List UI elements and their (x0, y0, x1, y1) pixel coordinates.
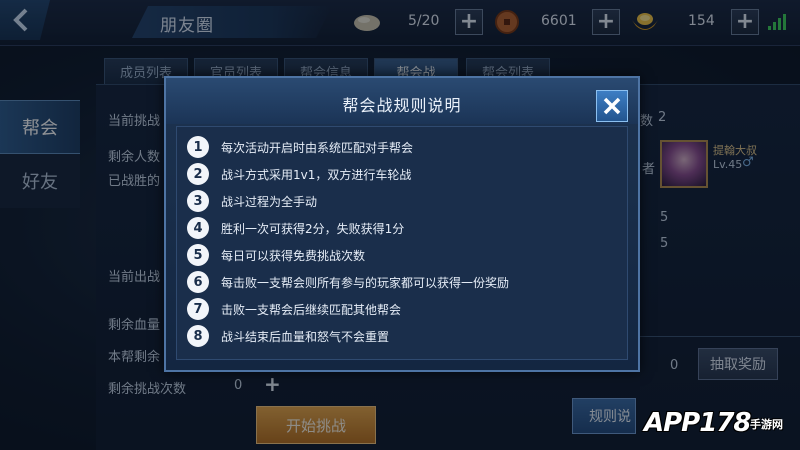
rule-item: 1 每次活动开启时由系统匹配对手帮会 (187, 135, 413, 159)
watermark-logo: APP178 手游网 (632, 398, 800, 450)
rule-item: 3 战斗过程为全手动 (187, 189, 317, 213)
rule-number: 2 (187, 163, 209, 185)
watermark-subtext: 手游网 (750, 418, 783, 431)
modal-title: 帮会战规则说明 (342, 96, 462, 115)
rule-item: 4 胜利一次可获得2分，失败获得1分 (187, 216, 404, 240)
rule-item: 7 击败一支帮会后继续匹配其他帮会 (187, 297, 401, 321)
rule-number: 3 (187, 190, 209, 212)
rule-item: 5 每日可以获得免费挑战次数 (187, 243, 365, 267)
rule-number: 7 (187, 298, 209, 320)
close-button[interactable] (596, 90, 628, 122)
rule-item: 2 战斗方式采用1v1，双方进行车轮战 (187, 162, 411, 186)
rule-text: 战斗过程为全手动 (221, 194, 318, 209)
rules-list: 1 每次活动开启时由系统匹配对手帮会 2 战斗方式采用1v1，双方进行车轮战 3… (176, 126, 628, 360)
rule-text: 每日可以获得免费挑战次数 (221, 248, 366, 263)
close-icon (603, 97, 621, 115)
rule-text: 每次活动开启时由系统匹配对手帮会 (221, 140, 414, 155)
rule-item: 8 战斗结束后血量和怒气不会重置 (187, 324, 389, 348)
rule-text: 每击败一支帮会则所有参与的玩家都可以获得一份奖励 (221, 275, 510, 290)
rule-number: 5 (187, 244, 209, 266)
watermark-text: APP178 (644, 408, 752, 438)
rule-text: 战斗方式采用1v1，双方进行车轮战 (221, 167, 412, 182)
rule-number: 6 (187, 271, 209, 293)
rule-text: 战斗结束后血量和怒气不会重置 (221, 329, 390, 344)
rule-text: 击败一支帮会后继续匹配其他帮会 (221, 302, 402, 317)
rule-number: 8 (187, 325, 209, 347)
rule-item: 6 每击败一支帮会则所有参与的玩家都可以获得一份奖励 (187, 270, 509, 294)
rule-text: 胜利一次可获得2分，失败获得1分 (221, 221, 405, 236)
rule-number: 4 (187, 217, 209, 239)
rules-modal: 帮会战规则说明 1 每次活动开启时由系统匹配对手帮会 2 战斗方式采用1v1，双… (164, 76, 640, 372)
rule-number: 1 (187, 136, 209, 158)
